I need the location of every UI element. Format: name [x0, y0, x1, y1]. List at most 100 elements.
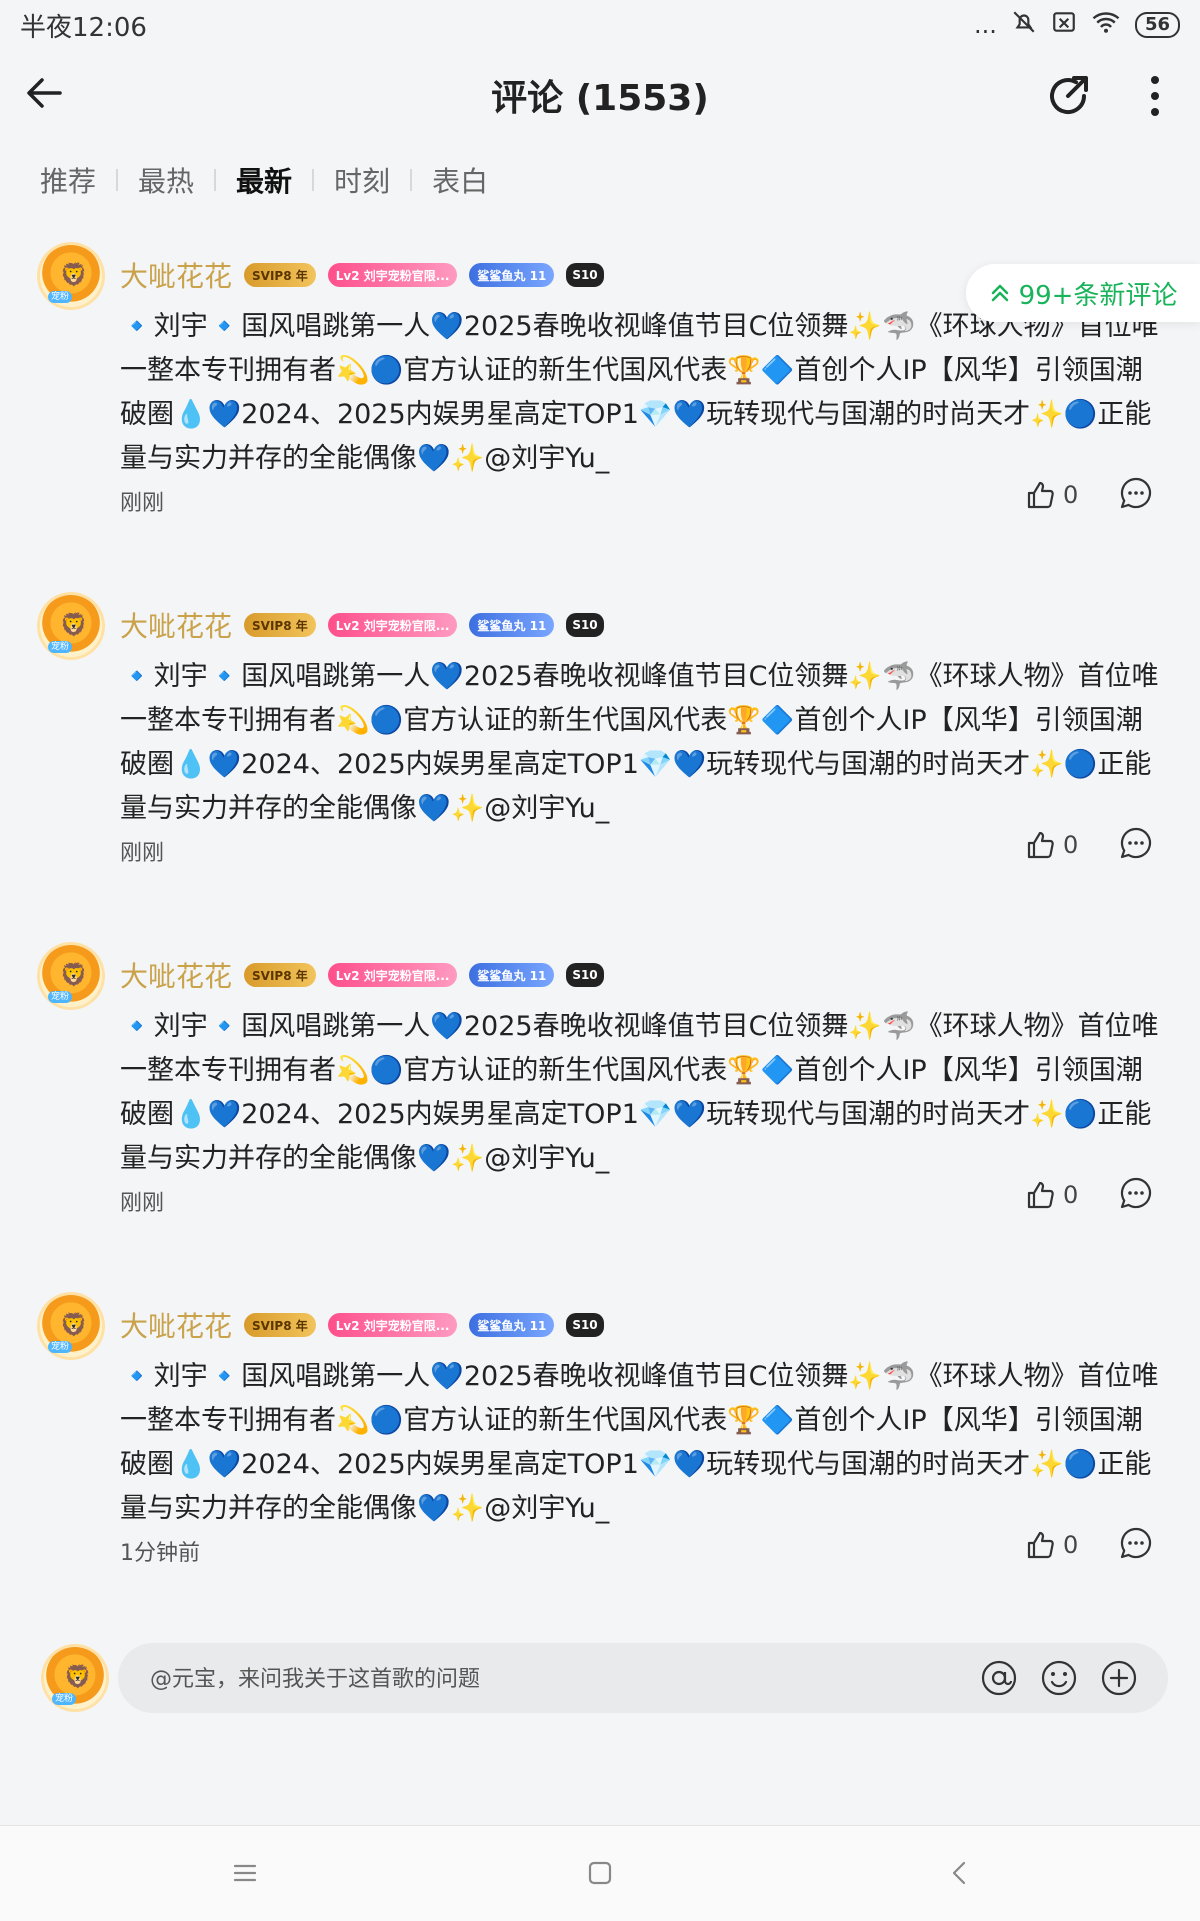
tab-confession[interactable]: 表白 — [432, 160, 488, 200]
more-vertical-icon — [1151, 76, 1159, 116]
fan-level-badge: Lv2 刘宇宠粉官限... — [327, 963, 458, 987]
comment-item: 🦁 宠粉 大呲花花 SVIP8 年 Lv2 刘宇宠粉官限... 鲨鲨鱼丸 11 S… — [0, 1295, 1200, 1645]
avatar-tag: 宠粉 — [48, 291, 73, 303]
like-count: 0 — [1063, 1181, 1079, 1209]
like-count: 0 — [1063, 831, 1079, 859]
mute-bell-icon — [1011, 9, 1037, 41]
tab-recommended[interactable]: 推荐 — [40, 160, 96, 200]
page-title: 评论 (1553) — [491, 78, 709, 119]
fan-level-badge: Lv2 刘宇宠粉官限... — [327, 1313, 458, 1337]
username[interactable]: 大呲花花 — [120, 605, 232, 645]
tab-latest[interactable]: 最新 — [236, 160, 292, 200]
lion-face-icon: 🦁 — [60, 613, 88, 638]
s10-badge: S10 — [566, 1313, 604, 1337]
avatar[interactable]: 🦁 宠粉 — [40, 595, 102, 657]
share-icon — [1050, 76, 1088, 115]
comment-time: 刚刚 — [120, 841, 165, 866]
user-row: 大呲花花 SVIP8 年 Lv2 刘宇宠粉官限... 鲨鲨鱼丸 11 S10 — [120, 255, 604, 295]
tab-moments[interactable]: 时刻 — [334, 160, 390, 200]
back-button[interactable] — [20, 68, 70, 118]
double-chevron-up-icon — [991, 284, 1008, 302]
username[interactable]: 大呲花花 — [120, 255, 232, 295]
thumbs-up-icon — [1027, 1181, 1054, 1209]
user-row: 大呲花花 SVIP8 年 Lv2 刘宇宠粉官限... 鲨鲨鱼丸 11 S10 — [120, 955, 604, 995]
lion-face-icon: 🦁 — [60, 1313, 88, 1338]
comment-input-bar: 🦁 宠粉 — [0, 1635, 1200, 1745]
avatar-tag: 宠粉 — [48, 641, 73, 653]
tab-divider — [214, 169, 217, 191]
lion-face-icon: 🦁 — [60, 263, 88, 288]
thumbs-up-icon — [1027, 831, 1054, 859]
new-comments-button[interactable]: 99+条新评论 — [966, 264, 1200, 322]
system-navigation-bar — [0, 1825, 1200, 1921]
username[interactable]: 大呲花花 — [120, 1305, 232, 1345]
lion-face-icon: 🦁 — [60, 963, 88, 988]
avatar-tag: 宠粉 — [48, 1341, 73, 1353]
like-button[interactable]: 0 — [1025, 829, 1078, 861]
username[interactable]: 大呲花花 — [120, 955, 232, 995]
thumbs-up-icon — [1027, 1531, 1054, 1559]
svip-badge: SVIP8 年 — [244, 963, 316, 987]
comment-text: 🔹刘宇🔹国风唱跳第一人💙2025春晚收视峰值节目C位领舞✨🦈《环球人物》首位唯一… — [120, 661, 1159, 824]
fan-club-badge: 鲨鲨鱼丸 11 — [469, 613, 555, 637]
reply-button[interactable] — [1118, 1525, 1154, 1561]
menu-icon — [233, 1864, 257, 1882]
system-back-button[interactable] — [945, 1858, 975, 1888]
comment-text: 🔹刘宇🔹国风唱跳第一人💙2025春晚收视峰值节目C位领舞✨🦈《环球人物》首位唯一… — [120, 311, 1159, 474]
home-button[interactable] — [585, 1858, 615, 1888]
reply-button[interactable] — [1118, 825, 1154, 861]
fan-club-badge: 鲨鲨鱼丸 11 — [469, 1313, 555, 1337]
fan-club-badge: 鲨鲨鱼丸 11 — [469, 263, 555, 287]
chat-bubble-icon — [1120, 1527, 1152, 1559]
menu-button[interactable] — [230, 1858, 260, 1888]
comment-text: 🔹刘宇🔹国风唱跳第一人💙2025春晚收视峰值节目C位领舞✨🦈《环球人物》首位唯一… — [120, 1361, 1159, 1524]
app-header: 评论 (1553) — [0, 50, 1200, 140]
like-button[interactable]: 0 — [1025, 1179, 1078, 1211]
comment-input[interactable] — [148, 1643, 952, 1715]
comment-time: 刚刚 — [120, 1191, 165, 1216]
thumbs-up-icon — [1027, 481, 1054, 509]
arrow-left-icon — [27, 78, 62, 108]
avatar-tag: 宠粉 — [48, 991, 73, 1003]
fan-club-badge: 鲨鲨鱼丸 11 — [469, 963, 555, 987]
status-bar: 半夜12:06 ... 56 — [0, 0, 1200, 50]
avatar-tag: 宠粉 — [52, 1693, 77, 1705]
mention-button[interactable] — [980, 1659, 1018, 1697]
smiley-icon — [1041, 1660, 1077, 1696]
svip-badge: SVIP8 年 — [244, 613, 316, 637]
at-sign-icon — [981, 1660, 1017, 1696]
tab-divider — [312, 169, 315, 191]
comment-time: 刚刚 — [120, 491, 165, 516]
share-button[interactable] — [1040, 68, 1096, 124]
user-row: 大呲花花 SVIP8 年 Lv2 刘宇宠粉官限... 鲨鲨鱼丸 11 S10 — [120, 1305, 604, 1345]
comment-input-box — [118, 1643, 1168, 1715]
more-options-button[interactable] — [1140, 68, 1170, 124]
comment-item: 🦁 宠粉 大呲花花 SVIP8 年 Lv2 刘宇宠粉官限... 鲨鲨鱼丸 11 S… — [0, 595, 1200, 945]
svip-badge: SVIP8 年 — [244, 1313, 316, 1337]
avatar[interactable]: 🦁 宠粉 — [40, 245, 102, 307]
battery-icon: 56 — [1134, 12, 1180, 38]
like-button[interactable]: 0 — [1025, 479, 1078, 511]
chat-bubble-icon — [1120, 477, 1152, 509]
s10-badge: S10 — [566, 963, 604, 987]
comment-time: 1分钟前 — [120, 1541, 200, 1566]
fan-level-badge: Lv2 刘宇宠粉官限... — [327, 613, 458, 637]
comment-text: 🔹刘宇🔹国风唱跳第一人💙2025春晚收视峰值节目C位领舞✨🦈《环球人物》首位唯一… — [120, 1011, 1159, 1174]
emoji-button[interactable] — [1040, 1659, 1078, 1697]
lion-face-icon: 🦁 — [64, 1665, 92, 1690]
like-button[interactable]: 0 — [1025, 1529, 1078, 1561]
s10-badge: S10 — [566, 263, 604, 287]
like-count: 0 — [1063, 1531, 1079, 1559]
status-time: 半夜12:06 — [20, 12, 147, 43]
avatar[interactable]: 🦁 宠粉 — [40, 1295, 102, 1357]
my-avatar[interactable]: 🦁 宠粉 — [44, 1647, 106, 1709]
avatar[interactable]: 🦁 宠粉 — [40, 945, 102, 1007]
reply-button[interactable] — [1118, 475, 1154, 511]
tab-hottest[interactable]: 最热 — [138, 160, 194, 200]
add-attachment-button[interactable] — [1100, 1659, 1138, 1697]
chat-bubble-icon — [1120, 827, 1152, 859]
reply-button[interactable] — [1118, 1175, 1154, 1211]
fan-level-badge: Lv2 刘宇宠粉官限... — [327, 263, 458, 287]
chat-bubble-icon — [1120, 1177, 1152, 1209]
sort-tabs: 推荐 最热 最新 时刻 表白 — [40, 155, 488, 205]
